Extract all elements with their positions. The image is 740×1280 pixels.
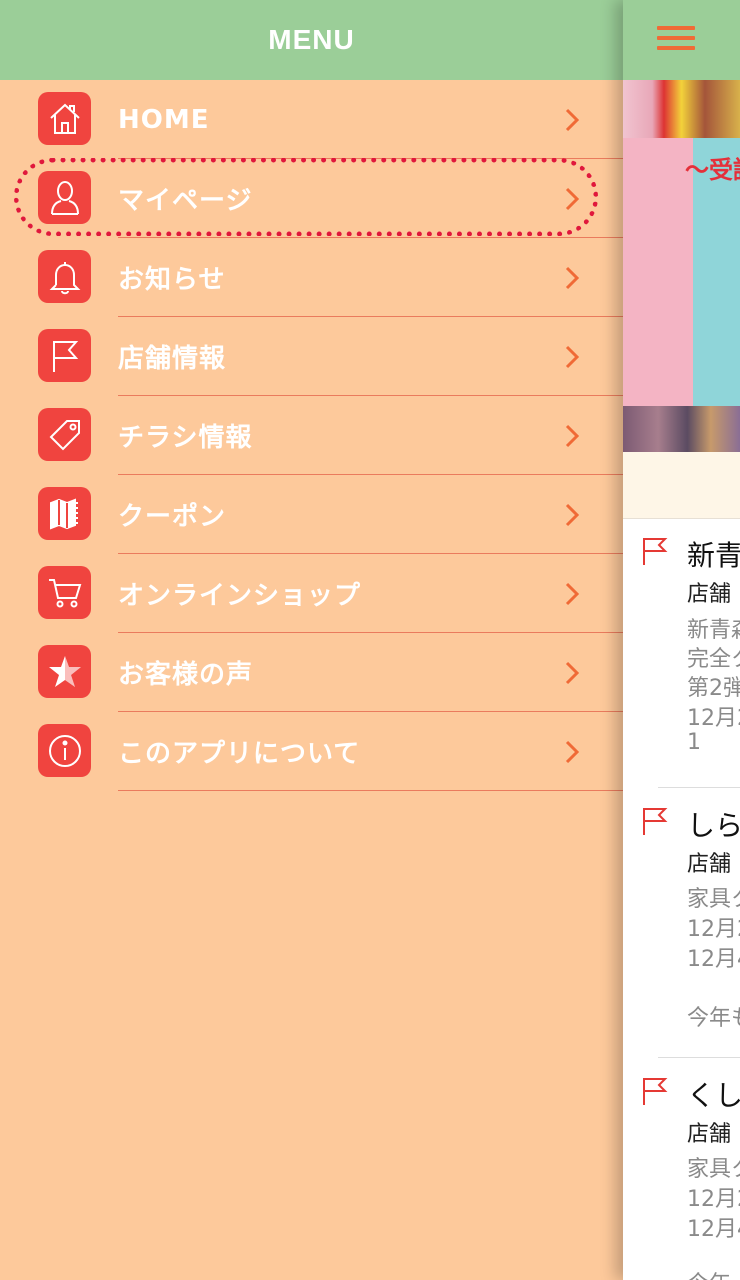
menu-item-notifications[interactable]: お知らせ [0, 238, 623, 317]
menu-item-label: このアプリについて [118, 739, 361, 769]
drawer-header: MENU [0, 0, 623, 80]
news-title: しら [687, 809, 740, 842]
news-line: 完全ク [687, 647, 740, 672]
news-title: くし [687, 1079, 740, 1112]
map-icon [38, 487, 91, 540]
tab-strip [623, 452, 740, 519]
side-drawer: MENU HOME マイページ お知らせ 店舗情報 チラシ情報 クーポン オンラ… [0, 0, 623, 1280]
banner-text: 〜受講 [685, 156, 740, 184]
flag-icon [643, 1078, 668, 1105]
menu-item-store-info[interactable]: 店舗情報 [0, 317, 623, 396]
chevron-right-icon [565, 424, 580, 448]
chevron-right-icon [565, 187, 580, 211]
news-shop: 店舗 [687, 1122, 732, 1147]
content-header [623, 0, 740, 80]
menu-item-label: HOME [118, 104, 210, 135]
chevron-right-icon [565, 582, 580, 606]
news-line: 今年も [687, 1006, 740, 1031]
menu-item-label: お知らせ [118, 265, 226, 295]
chevron-right-icon [565, 266, 580, 290]
banner-photo-strip-bottom [623, 406, 740, 452]
menu-item-mypage[interactable]: マイページ [0, 159, 623, 238]
news-title: 新青 [687, 539, 740, 572]
news-shop: 店舗 [687, 582, 732, 607]
news-line: 家具ク [687, 1157, 740, 1182]
chevron-right-icon [565, 740, 580, 764]
bell-icon [38, 250, 91, 303]
star-icon [38, 645, 91, 698]
menu-item-label: 店舗情報 [118, 344, 227, 374]
news-line: 第2弾 [687, 676, 740, 701]
home-icon [38, 92, 91, 145]
divider [658, 787, 740, 788]
banner-pink-panel [623, 138, 693, 406]
menu-item-label: オンラインショップ [118, 581, 362, 611]
menu-item-online-shop[interactable]: オンラインショップ [0, 554, 623, 633]
menu-item-label: クーポン [118, 502, 227, 532]
info-icon [38, 724, 91, 777]
tag-icon [38, 408, 91, 461]
news-line: 新青森 [687, 618, 740, 643]
drawer-title: MENU [268, 24, 355, 55]
menu-item-label: チラシ情報 [118, 423, 253, 453]
news-line: 12月4 [687, 1217, 740, 1242]
news-list-item[interactable]: しら 店舗 家具ク 12月2 12月4 今年も [623, 800, 740, 1058]
menu-item-home[interactable]: HOME [0, 80, 623, 159]
menu-item-coupon[interactable]: クーポン [0, 475, 623, 554]
news-line: 12月2 [687, 1187, 740, 1212]
banner-photo-strip [623, 80, 740, 138]
chevron-right-icon [565, 108, 580, 132]
news-list-item[interactable]: くし 店舗 家具ク 12月2 12月4 今年 [623, 1070, 740, 1280]
menu-list: HOME マイページ お知らせ 店舗情報 チラシ情報 クーポン オンラインショッ… [0, 80, 623, 791]
main-content-panel[interactable]: 〜受講 新青 店舗 新青森 完全ク 第2弾 12月2 1 しら 店舗 家具ク 1… [623, 0, 740, 1280]
divider [118, 790, 623, 791]
hamburger-menu-icon[interactable] [657, 26, 695, 52]
menu-item-flyer-info[interactable]: チラシ情報 [0, 396, 623, 475]
menu-item-label: マイページ [118, 186, 253, 216]
news-shop: 店舗 [687, 852, 732, 877]
flag-icon [38, 329, 91, 382]
chevron-right-icon [565, 661, 580, 685]
user-icon [38, 171, 91, 224]
news-line: 今年 [687, 1266, 731, 1280]
menu-item-about-app[interactable]: このアプリについて [0, 712, 623, 791]
chevron-right-icon [565, 503, 580, 527]
divider [658, 1057, 740, 1058]
menu-item-label: お客様の声 [118, 660, 254, 690]
news-list-item[interactable]: 新青 店舗 新青森 完全ク 第2弾 12月2 1 [623, 530, 740, 788]
news-line: 12月2 [687, 706, 740, 731]
flag-icon [643, 538, 668, 565]
promo-banner[interactable]: 〜受講 [623, 80, 740, 452]
news-line: 1 [687, 730, 701, 755]
flag-icon [643, 808, 668, 835]
menu-item-customer-voice[interactable]: お客様の声 [0, 633, 623, 712]
news-line: 12月2 [687, 917, 740, 942]
news-line: 12月4 [687, 947, 740, 972]
cart-icon [38, 566, 91, 619]
news-line: 家具ク [687, 887, 740, 912]
chevron-right-icon [565, 345, 580, 369]
